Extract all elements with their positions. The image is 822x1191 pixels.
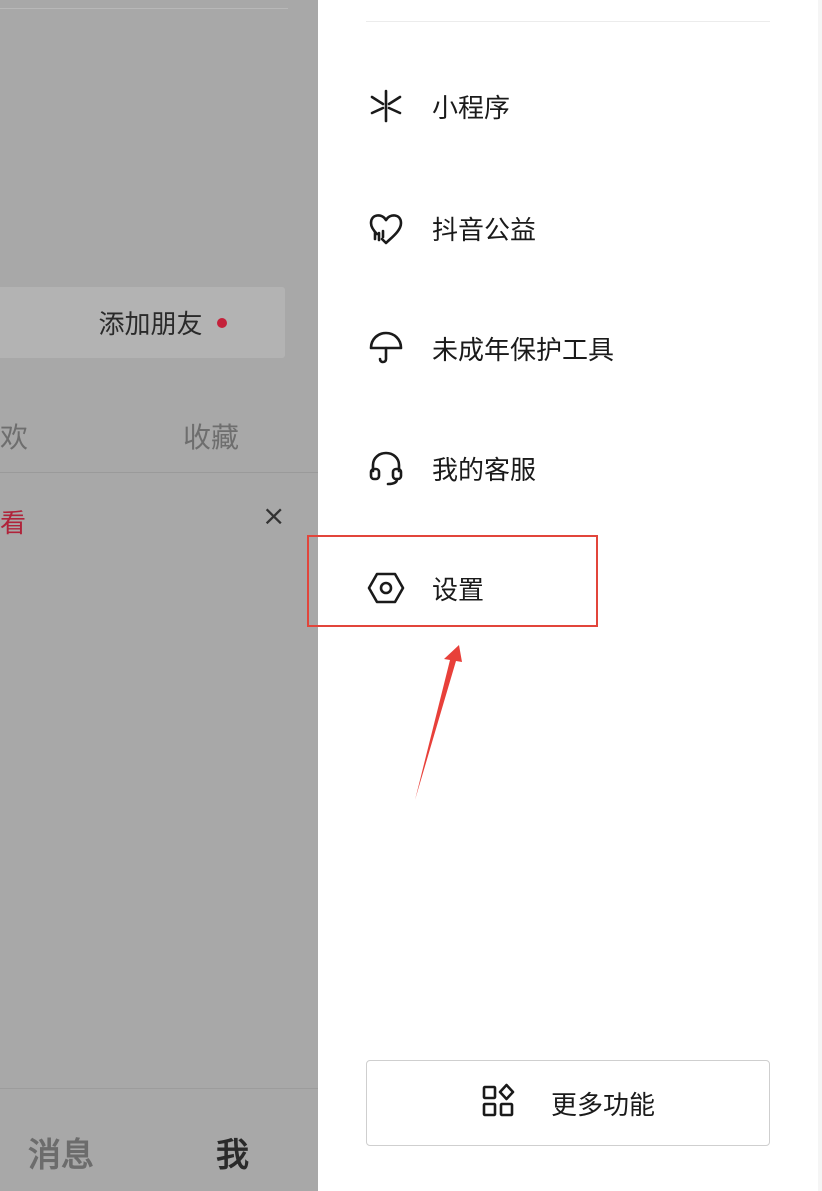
menu-item-customer-service[interactable]: 我的客服: [366, 438, 786, 498]
tab-favorites[interactable]: 收藏: [183, 416, 239, 456]
charity-heart-icon: [366, 208, 406, 248]
menu-item-label: 小程序: [432, 93, 511, 124]
mini-program-icon: [366, 86, 406, 126]
close-icon[interactable]: ×: [262, 502, 285, 530]
divider: [0, 1088, 318, 1089]
umbrella-icon: [366, 328, 406, 368]
headset-icon: [366, 448, 406, 488]
tab-likes[interactable]: 欢: [0, 416, 28, 456]
view-link[interactable]: 查看: [0, 503, 26, 540]
apps-grid-icon: [481, 1083, 517, 1123]
profile-overlay[interactable]: 添加朋友 欢 收藏 查看 × 消息 我: [0, 0, 318, 1191]
divider: [366, 21, 770, 22]
menu-item-mini-program[interactable]: 小程序: [366, 76, 786, 136]
divider: [0, 8, 288, 9]
more-features-label: 更多功能: [550, 1090, 655, 1121]
add-friend-label: 添加朋友: [98, 310, 203, 340]
more-features-button[interactable]: 更多功能: [366, 1060, 770, 1146]
menu-item-label: 我的客服: [432, 455, 537, 486]
nav-messages[interactable]: 消息: [28, 1128, 94, 1176]
settings-highlight-box: [307, 535, 598, 627]
menu-item-charity[interactable]: 抖音公益: [366, 198, 786, 258]
divider: [0, 472, 318, 473]
nav-me[interactable]: 我: [216, 1128, 249, 1176]
add-friend-button[interactable]: 添加朋友: [0, 287, 285, 358]
menu-item-label: 抖音公益: [432, 215, 537, 246]
menu-item-minor-protection[interactable]: 未成年保护工具: [366, 318, 786, 378]
drawer-edge: [818, 0, 822, 1191]
menu-item-label: 未成年保护工具: [432, 335, 615, 366]
notification-dot: [216, 317, 227, 328]
